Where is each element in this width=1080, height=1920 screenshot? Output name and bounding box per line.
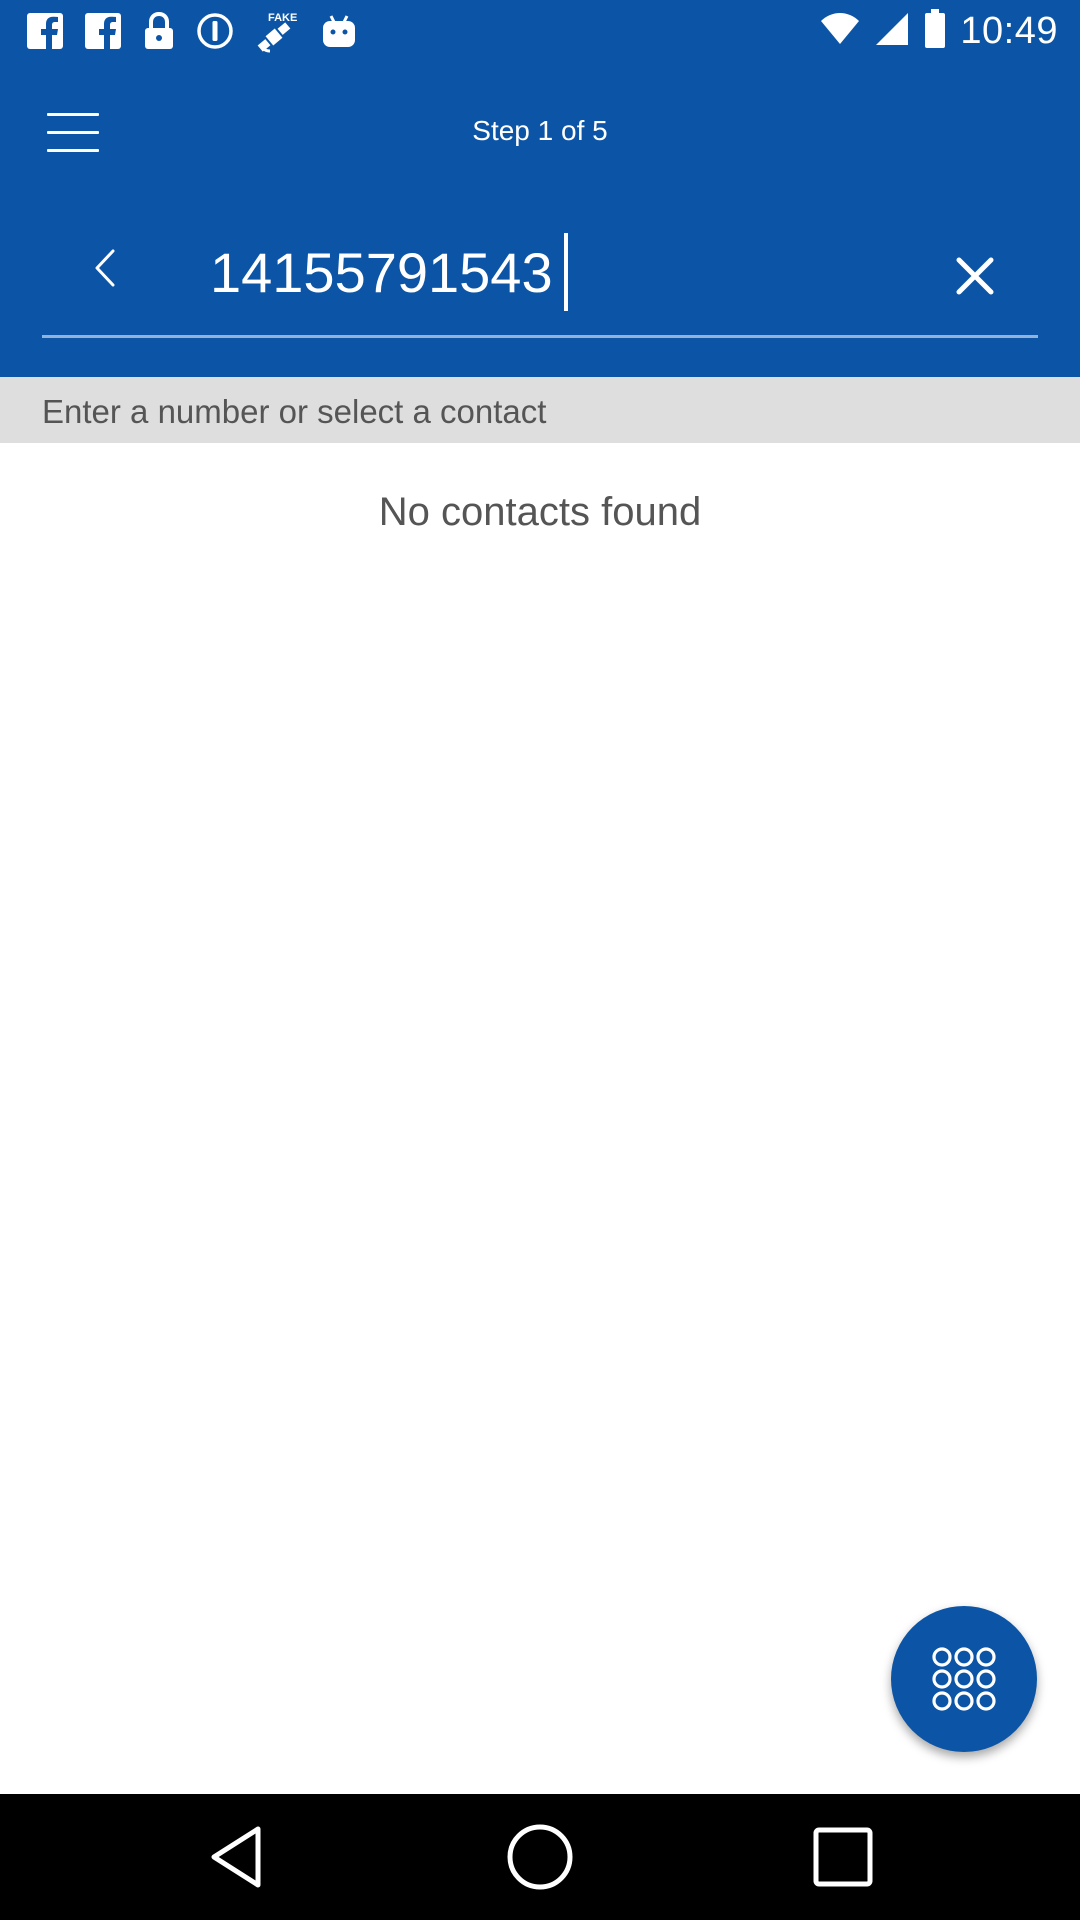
empty-state-text: No contacts found — [378, 490, 702, 534]
notification-icons: FAKE — [26, 9, 358, 53]
android-icon — [320, 12, 358, 50]
dialpad-button[interactable] — [891, 1606, 1037, 1752]
navigation-bar — [0, 1794, 1080, 1920]
status-time: 10:49 — [960, 9, 1058, 52]
info-circle-icon — [196, 12, 234, 50]
wifi-icon — [820, 12, 860, 51]
lock-icon — [142, 11, 176, 51]
back-button[interactable] — [80, 243, 130, 293]
facebook-icon — [26, 12, 64, 50]
close-icon — [956, 257, 994, 295]
number-input[interactable] — [210, 235, 910, 309]
fake-gps-icon: FAKE — [254, 9, 300, 53]
hint-text: Enter a number or select a contact — [42, 393, 547, 430]
clear-button[interactable] — [950, 251, 1000, 301]
svg-text:FAKE: FAKE — [268, 12, 297, 24]
chevron-left-icon — [95, 249, 115, 287]
facebook-icon — [84, 12, 122, 50]
status-bar: FAKE 10:49 — [0, 0, 1080, 63]
recents-square-icon — [813, 1827, 873, 1887]
nav-home-button[interactable] — [502, 1819, 578, 1895]
nav-recents-button[interactable] — [805, 1819, 881, 1895]
page-title: Step 1 of 5 — [472, 115, 608, 146]
battery-icon — [924, 8, 946, 54]
nav-back-button[interactable] — [200, 1819, 276, 1895]
home-circle-icon — [507, 1824, 573, 1890]
input-underline — [42, 335, 1038, 338]
text-cursor — [564, 233, 568, 311]
back-triangle-icon — [211, 1826, 261, 1888]
app-bar: Step 1 of 5 — [0, 63, 1080, 377]
system-indicators: 10:49 — [820, 8, 1058, 54]
dialpad-icon — [932, 1647, 996, 1711]
hint-bar: Enter a number or select a contact — [0, 377, 1080, 443]
signal-icon — [874, 11, 910, 52]
